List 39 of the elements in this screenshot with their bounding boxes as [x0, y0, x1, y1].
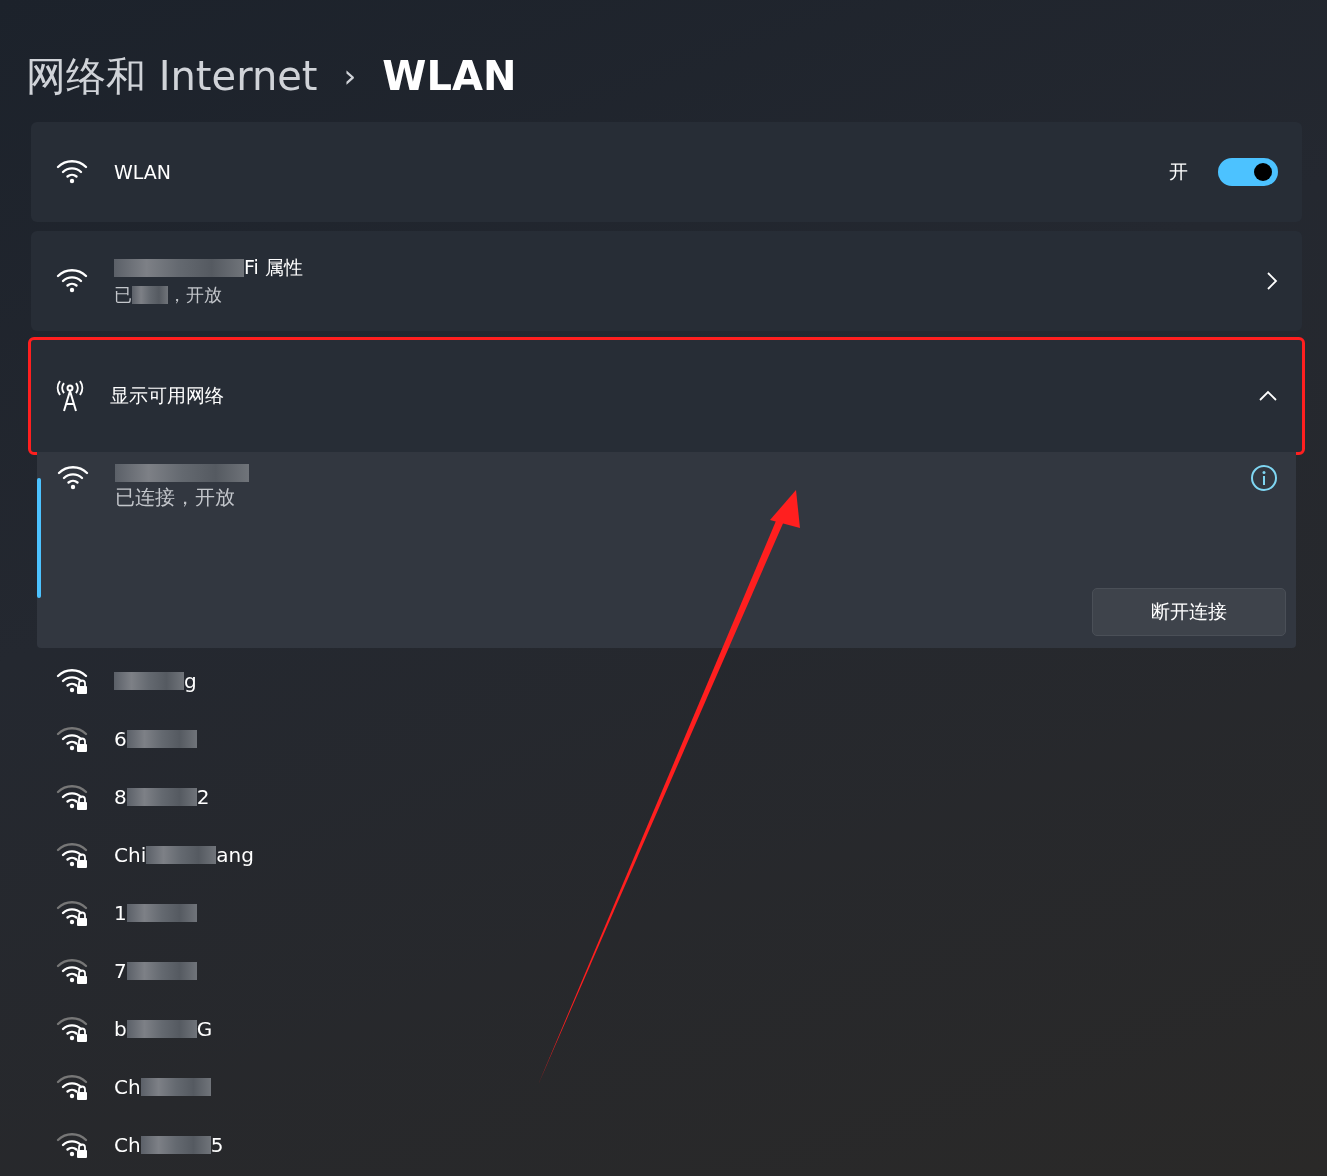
- connection-status: 已 ，开放: [114, 283, 223, 307]
- show-networks-label: 显示可用网络: [110, 383, 225, 408]
- info-icon[interactable]: [1250, 464, 1278, 492]
- connection-status: 已连接，开放: [115, 484, 236, 511]
- show-networks-card[interactable]: 显示可用网络: [31, 340, 1302, 452]
- properties-card[interactable]: Fi 属性 已 ，开放: [31, 231, 1302, 331]
- network-name: 8 2: [114, 785, 210, 809]
- network-item[interactable]: Ch: [56, 1058, 1302, 1116]
- network-name: 6: [114, 727, 197, 751]
- page-title: WLAN: [382, 53, 517, 99]
- network-item[interactable]: 7: [56, 942, 1302, 1000]
- wifi-icon: [56, 267, 88, 295]
- network-name: 7: [114, 959, 197, 983]
- network-item[interactable]: g: [56, 652, 1302, 710]
- network-name: Ch 5: [114, 1133, 224, 1157]
- network-name: b G: [114, 1017, 213, 1041]
- disconnect-button[interactable]: 断开连接: [1092, 588, 1286, 636]
- network-name: Ch: [114, 1075, 211, 1099]
- connected-network-item[interactable]: 已连接，开放 断开连接: [37, 452, 1296, 648]
- breadcrumb-separator: ›: [343, 57, 357, 95]
- wlan-label: WLAN: [114, 161, 173, 183]
- network-name: g: [114, 669, 197, 693]
- network-item[interactable]: 6: [56, 710, 1302, 768]
- toggle-state-text: 开: [1169, 159, 1188, 184]
- antenna-icon: [56, 380, 84, 412]
- network-item[interactable]: b G: [56, 1000, 1302, 1058]
- network-item[interactable]: Chi ang: [56, 826, 1302, 884]
- network-item[interactable]: 8 2: [56, 768, 1302, 826]
- network-name: Chi ang: [114, 843, 254, 867]
- wifi-icon: [57, 464, 89, 492]
- network-item[interactable]: Ch 5: [56, 1116, 1302, 1174]
- network-item[interactable]: 1: [56, 884, 1302, 942]
- network-properties-label: Fi 属性: [114, 255, 1240, 281]
- network-name: 1: [114, 901, 197, 925]
- wifi-icon: [56, 158, 88, 186]
- chevron-right-icon: [1266, 271, 1278, 291]
- breadcrumb-link[interactable]: 网络和 Internet: [26, 48, 318, 104]
- wlan-toggle[interactable]: [1218, 158, 1278, 186]
- chevron-up-icon: [1258, 390, 1278, 402]
